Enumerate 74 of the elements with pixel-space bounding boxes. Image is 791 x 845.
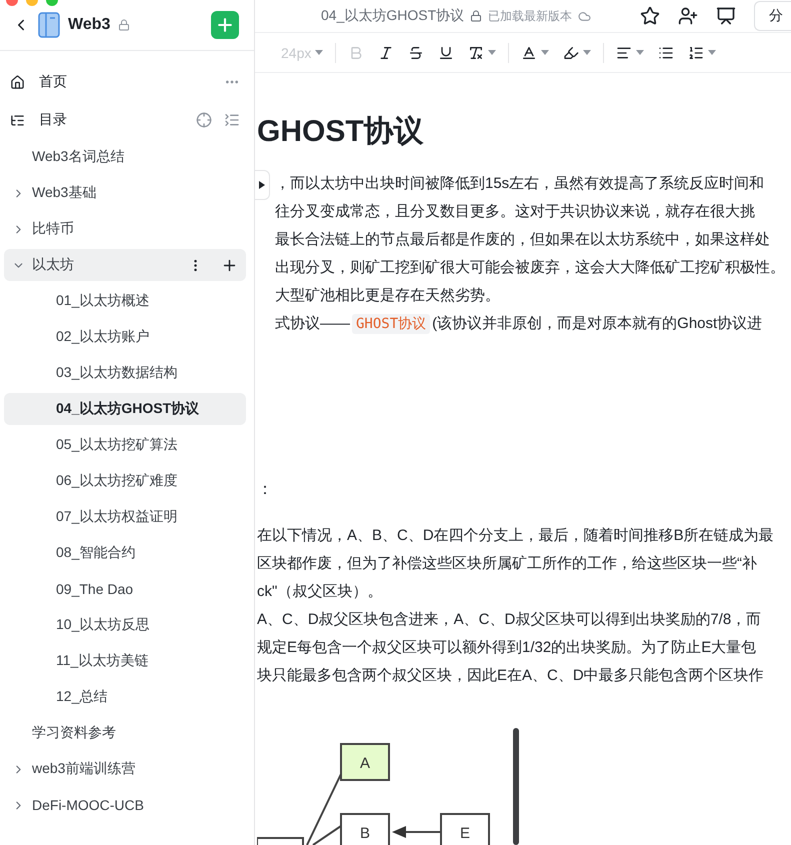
document-heading: GHOST协议 <box>257 114 424 150</box>
text-color-icon <box>521 44 538 61</box>
clear-format-icon <box>468 44 484 61</box>
nav-item[interactable]: 首页 <box>39 73 67 91</box>
expand-handle[interactable] <box>255 170 270 200</box>
numbered-list-icon <box>688 44 704 61</box>
caret-icon <box>636 50 644 56</box>
arrow <box>392 826 441 838</box>
tree-item[interactable]: 比特币 <box>4 213 246 245</box>
tree-item[interactable]: 03_以太坊数据结构 <box>4 357 246 389</box>
inline-code: GHOST协议 <box>352 314 430 334</box>
block-node: B <box>340 813 390 845</box>
strikethrough-icon <box>408 44 424 61</box>
paragraph-line: 块只能最多包含两个叔父区块，因此E在A、C、D中最多只能包含两个区块作 <box>257 666 764 686</box>
section-heading: ： <box>257 480 273 500</box>
underline-icon <box>438 44 454 61</box>
tree-item[interactable]: 学习资料参考 <box>4 717 246 749</box>
tree-item[interactable]: 08_智能合约 <box>4 537 246 569</box>
block-node <box>257 837 304 845</box>
paragraph-line: A、C、D叔父区块包含进来，A、C、D叔父区块可以得到出块奖励的7/8，而 <box>257 610 762 630</box>
tree-item[interactable]: 05_以太坊挖矿算法 <box>4 429 246 461</box>
document-title: 04_以太坊GHOST协议 <box>321 7 464 26</box>
nav-item[interactable]: 目录 <box>39 111 67 129</box>
collapse-list-icon[interactable] <box>224 112 240 128</box>
space-title: Web3 <box>68 16 110 34</box>
align-left-icon <box>616 44 632 61</box>
tree-item[interactable]: 02_以太坊账户 <box>4 321 246 353</box>
lock-icon <box>118 19 130 31</box>
paragraph-line: 出现分叉，则矿工挖到矿很大可能会被废弃，这会大大降低矿工挖矿积极性。 <box>275 258 785 278</box>
caret-icon <box>315 50 324 56</box>
tree-item[interactable]: 01_以太坊概述 <box>4 285 246 317</box>
tree-item[interactable]: 06_以太坊挖矿难度 <box>4 465 246 497</box>
paragraph-line: ，而以太坊中出块时间被降低到15s左右，虽然有效提高了系统反应时间和 <box>275 174 766 194</box>
tree-item[interactable]: 以太坊 <box>4 249 246 281</box>
paragraph-line: 最长合法链上的节点最后都是作废的，但如果在以太坊系统中，如果这样处 <box>275 230 771 250</box>
save-status: 已加载最新版本 <box>488 8 572 25</box>
tree-item[interactable]: DeFi-MOOC-UCB <box>4 789 246 821</box>
italic-icon <box>378 44 394 61</box>
paragraph-line: 大型矿池相比更是存在天然劣势。 <box>275 286 501 306</box>
tree-item[interactable]: 04_以太坊GHOST协议 <box>4 393 246 425</box>
paragraph-line: 在以下情况，A、B、C、D在四个分支上，最后，随着时间推移B所在链成为最 <box>257 526 774 546</box>
book-icon <box>38 12 60 38</box>
tree-item[interactable]: Web3名词总结 <box>4 141 246 173</box>
tree-item[interactable]: 09_The Dao <box>4 573 246 605</box>
outline-icon <box>10 112 25 128</box>
add-button[interactable] <box>211 11 239 39</box>
cloud-icon <box>578 10 592 23</box>
tree-item[interactable]: 11_以太坊美链 <box>4 645 246 677</box>
tree-item[interactable]: Web3基础 <box>4 177 246 209</box>
tree-item[interactable]: web3前端训练营 <box>4 753 246 785</box>
locate-icon[interactable] <box>196 112 212 128</box>
paragraph-line: 式协议—— GHOST协议 (该协议并非原创，而是对原本就有的Ghost协议进 <box>275 313 764 336</box>
paragraph-line: 规定E每包含一个叔父区块可以额外得到1/32的出块奖励。为了防止E大量包 <box>257 638 756 658</box>
tree-item[interactable]: 10_以太坊反思 <box>4 609 246 641</box>
plus-icon <box>215 15 235 35</box>
block-node: E <box>440 813 490 845</box>
presentation-icon[interactable] <box>716 6 736 26</box>
paragraph-line: ck"（叔父区块）。 <box>257 582 382 602</box>
lock-icon <box>470 10 482 22</box>
caret-icon <box>541 50 550 56</box>
paragraph-line: 区块都作废，但为了补偿这些区块所属矿工所作的工作，给这些区块一些“补 <box>257 554 757 574</box>
share-button[interactable]: 分 <box>754 1 791 32</box>
star-icon[interactable] <box>640 6 660 26</box>
caret-icon <box>488 50 496 56</box>
tree-item[interactable]: 12_总结 <box>4 681 246 713</box>
add-user-icon[interactable] <box>678 6 698 26</box>
bullet-list-icon <box>658 44 674 61</box>
caret-icon <box>708 50 716 56</box>
highlighter-icon <box>563 44 580 61</box>
block-node: A <box>340 743 390 781</box>
paragraph-line: 往分叉变成常态，且分叉数目更多。这对于共识协议来说，就存在很大挑 <box>275 202 756 222</box>
tree-item[interactable]: 07_以太坊权益证明 <box>4 501 246 533</box>
caret-icon <box>583 50 592 56</box>
home-icon <box>10 74 25 90</box>
